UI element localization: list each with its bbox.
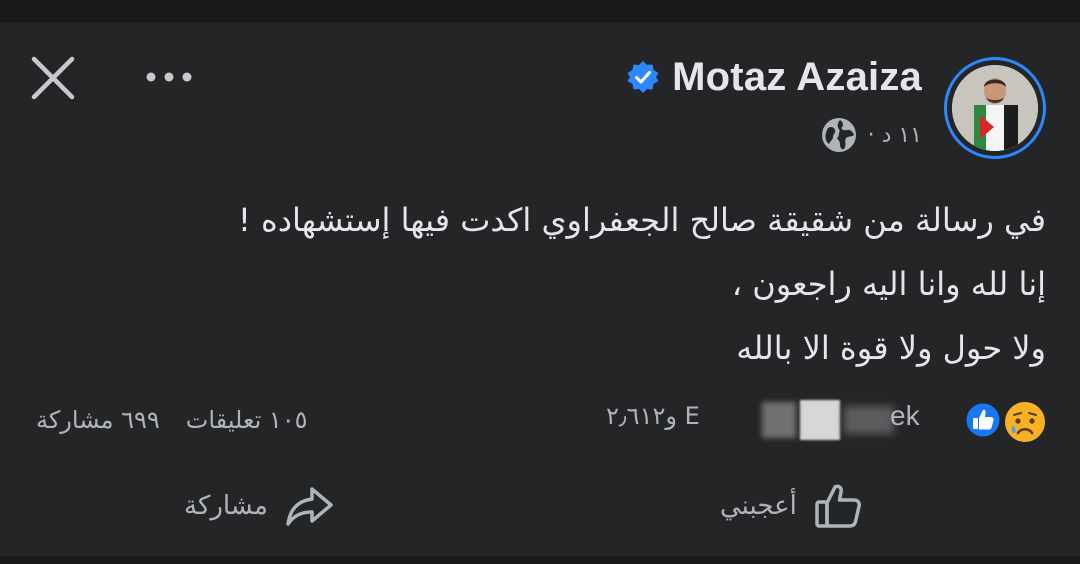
share-label: مشاركة bbox=[184, 491, 268, 521]
post-text-line: في رسالة من شقيقة صالح الجعفراوي اكدت في… bbox=[238, 201, 1046, 239]
share-arrow-icon bbox=[286, 487, 333, 526]
redacted-name bbox=[844, 406, 894, 434]
comments-count[interactable]: ١٠٥ تعليقات bbox=[186, 406, 308, 434]
redacted-name bbox=[800, 400, 840, 440]
more-options-button[interactable] bbox=[143, 62, 197, 92]
reactions-summary[interactable]: E و٢٫٦١٢ ek bbox=[600, 396, 1052, 444]
post-meta: ١١ د · bbox=[820, 115, 922, 155]
post-time[interactable]: ١١ د · bbox=[868, 123, 922, 148]
globe-icon bbox=[821, 118, 856, 152]
post-header: Motaz Azaiza bbox=[626, 52, 922, 102]
sad-reaction-icon bbox=[1003, 400, 1047, 444]
shares-count[interactable]: ٦٩٩ مشاركة bbox=[36, 406, 160, 434]
like-button[interactable]: أعجبني bbox=[720, 476, 865, 536]
share-button[interactable]: مشاركة bbox=[184, 476, 336, 536]
reactor-name: ek bbox=[890, 400, 920, 431]
bottom-bar bbox=[0, 556, 1080, 564]
close-button[interactable] bbox=[30, 55, 76, 101]
like-reaction-icon bbox=[964, 401, 1002, 439]
verified-badge-icon bbox=[627, 61, 659, 93]
like-label: أعجبني bbox=[720, 491, 797, 521]
reactions-count: E و٢٫٦١٢ bbox=[606, 402, 700, 430]
close-icon bbox=[31, 56, 75, 100]
top-bar bbox=[0, 0, 1080, 22]
author-name[interactable]: Motaz Azaiza bbox=[672, 55, 922, 100]
redacted-name bbox=[762, 402, 796, 438]
post-body: في رسالة من شقيقة صالح الجعفراوي اكدت في… bbox=[36, 188, 1046, 380]
author-avatar[interactable] bbox=[952, 65, 1038, 151]
engagement-counts: ١٠٥ تعليقات ٦٩٩ مشاركة bbox=[36, 400, 308, 440]
thumbs-up-icon bbox=[815, 484, 861, 528]
more-horizontal-icon bbox=[146, 72, 192, 82]
post-text-line: ولا حول ولا قوة الا بالله bbox=[736, 329, 1046, 367]
avatar-image bbox=[952, 65, 1038, 151]
post-text-line: إنا لله وانا اليه راجعون ، bbox=[731, 265, 1046, 303]
